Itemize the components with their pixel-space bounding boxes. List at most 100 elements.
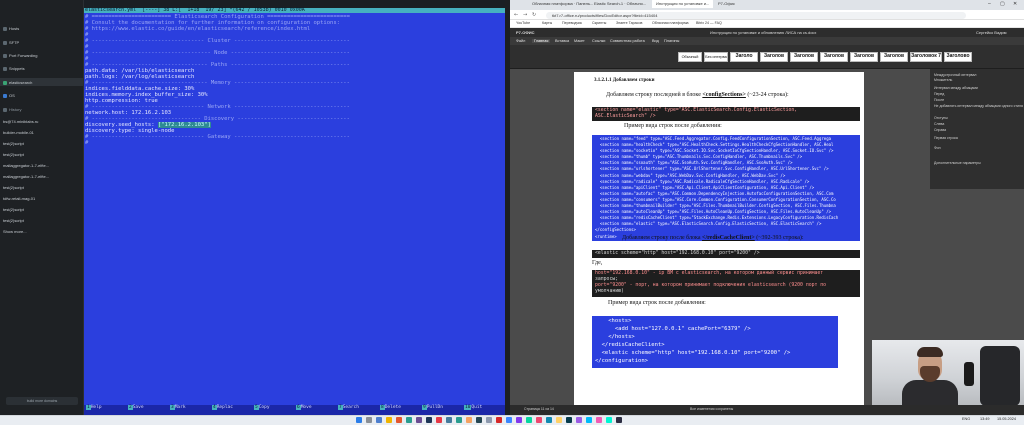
history-item-label: test(2)script (3, 218, 24, 223)
ribbon-tab-file[interactable]: Файл (516, 39, 525, 43)
style-preset[interactable]: Заголовок 7 (910, 52, 942, 62)
ribbon-tab-references[interactable]: Ссылки (592, 39, 605, 43)
show-more-link[interactable]: Show more... (3, 229, 27, 234)
panel-label: Перед (934, 92, 945, 96)
app-icon[interactable] (486, 417, 492, 423)
fkey-copy[interactable]: 5Copy (254, 405, 270, 410)
browser-icon[interactable] (396, 417, 402, 423)
history-item-label: test(2)script (3, 152, 24, 157)
app-icon[interactable] (476, 417, 482, 423)
language-indicator[interactable]: ENG (962, 417, 970, 421)
app-icon[interactable] (616, 417, 622, 423)
history-item[interactable]: mallaggregator-1-7-elfte... (3, 163, 49, 168)
sidebar-item-elasticsearch[interactable]: elasticsearch (0, 78, 83, 86)
app-icon[interactable] (606, 417, 612, 423)
search-icon[interactable] (366, 417, 372, 423)
code-line: </redisCacheClient> (595, 342, 665, 348)
history-item[interactable]: test(2)script (3, 218, 24, 223)
ribbon-tab-view[interactable]: Вид (652, 39, 659, 43)
style-preset[interactable]: Заголо (730, 52, 758, 62)
panel-label: Множитель (934, 78, 953, 82)
code-line: ASC.ElasticSearch" /> (595, 114, 656, 119)
history-item[interactable]: mallaggregator-1-7-elfte... (3, 174, 49, 179)
paragraph: Где, (592, 260, 603, 266)
fkey-delete[interactable]: 8Delete (380, 405, 401, 410)
sidebar-item-sftp[interactable]: SFTP (3, 40, 19, 45)
sidebar-item-hosts[interactable]: Hosts (3, 26, 19, 31)
fkey-save[interactable]: 2Save (128, 405, 144, 410)
sidebar-item-snippets[interactable]: Snippets (3, 66, 25, 71)
app-icon[interactable] (556, 417, 562, 423)
fkey-quit[interactable]: 10Quit (464, 405, 482, 410)
app-icon[interactable] (566, 417, 572, 423)
clock-date[interactable]: 15.05.2024 (997, 417, 1016, 421)
task-view-icon[interactable] (376, 417, 382, 423)
ribbon-tab-home[interactable]: Главная (532, 39, 551, 43)
ribbon-tab-layout[interactable]: Макет (574, 39, 585, 43)
app-icon[interactable] (596, 417, 602, 423)
style-preset[interactable]: Обычный (678, 52, 702, 62)
sidebar-footer-button[interactable]: build more domains (6, 397, 78, 405)
app-icon[interactable] (436, 417, 442, 423)
sidebar-item-label: OS (9, 93, 15, 98)
history-item[interactable]: test(2)script (3, 141, 24, 146)
sidebar-item-label: SFTP (9, 40, 20, 45)
history-item[interactable]: builder-mobile-01 (3, 130, 34, 135)
app-icon[interactable] (456, 417, 462, 423)
explorer-icon[interactable] (386, 417, 392, 423)
app-icon[interactable] (446, 417, 452, 423)
app-icon[interactable] (546, 417, 552, 423)
history-item[interactable]: bs@74.miniblabs.ru (3, 119, 38, 124)
app-icon[interactable] (586, 417, 592, 423)
fkey-mark[interactable]: 3Mark (170, 405, 186, 410)
ribbon-tab-plugins[interactable]: Плагины (664, 39, 679, 43)
sidebar-item-port-forwarding[interactable]: Port Forwarding (3, 53, 37, 58)
app-icon[interactable] (526, 417, 532, 423)
sidebar-item-os[interactable]: OS (3, 93, 15, 98)
terminal-app-icon[interactable] (426, 417, 432, 423)
history-item[interactable]: test(2)script (3, 185, 24, 190)
style-preset[interactable]: Заголов (850, 52, 878, 62)
history-item-label: mallaggregator-1-7-elfte... (3, 163, 50, 168)
app-icon[interactable] (536, 417, 542, 423)
app-icon[interactable] (506, 417, 512, 423)
style-preset[interactable]: Заголово (944, 52, 972, 62)
app-icon[interactable] (466, 417, 472, 423)
panel-label[interactable]: Дополнительные параметры (934, 161, 981, 165)
fkey-move[interactable]: 6Move (296, 405, 312, 410)
code-line: host="192.168.0.10" - ip ВМ с elasticsea… (595, 271, 824, 276)
code-line: <elastic scheme="http" host="192.168.0.1… (595, 350, 791, 356)
app-icon[interactable] (416, 417, 422, 423)
sidebar-item-label: Hosts (9, 26, 20, 31)
history-item-label: builder-mobile-01 (3, 130, 34, 135)
style-preset[interactable]: Заголов (790, 52, 818, 62)
fkey-help[interactable]: 1Help (86, 405, 102, 410)
app-icon[interactable] (496, 417, 502, 423)
app-icon[interactable] (516, 417, 522, 423)
fkey-replac[interactable]: 4Replac (212, 405, 233, 410)
style-preset[interactable]: Без интерва (704, 52, 728, 62)
fkey-search[interactable]: 7Search (338, 405, 359, 410)
history-item[interactable]: test(2)script (3, 207, 24, 212)
panel-label: Фон (934, 146, 941, 150)
document-page[interactable]: 3.1.2.1.1 Добавляем строки Добавляем стр… (574, 72, 864, 405)
code-line: </configuration> (595, 358, 648, 364)
style-preset[interactable]: Заголов (760, 52, 788, 62)
user-name: Сергейко Вадим (976, 30, 1007, 35)
panel-label: Междустрочный интервал (934, 73, 977, 77)
style-preset[interactable]: Заголов (880, 52, 908, 62)
style-preset[interactable]: Заголов (820, 52, 848, 62)
app-icon[interactable] (576, 417, 582, 423)
history-item[interactable]: test(2)script (3, 152, 24, 157)
app-icon[interactable] (406, 417, 412, 423)
terminal-pane[interactable]: elasticsearch.yml [----] 38 L:[ 1+18 19/… (84, 0, 510, 415)
ribbon-tab-insert[interactable]: Вставка (555, 39, 569, 43)
clock-time[interactable]: 13:49 (980, 417, 990, 421)
ribbon-tab-collaboration[interactable]: Совместная работа (610, 39, 645, 43)
hosts-icon (3, 26, 7, 31)
history-item[interactable]: tdfw-retail-mag-01 (3, 196, 35, 201)
ssh-client-sidebar: Hosts SFTP Port Forwarding Snippets elas… (0, 0, 84, 415)
code-line: </hosts> (595, 334, 635, 340)
fkey-pulldn[interactable]: 9PullDn (422, 405, 443, 410)
start-icon[interactable] (356, 417, 362, 423)
